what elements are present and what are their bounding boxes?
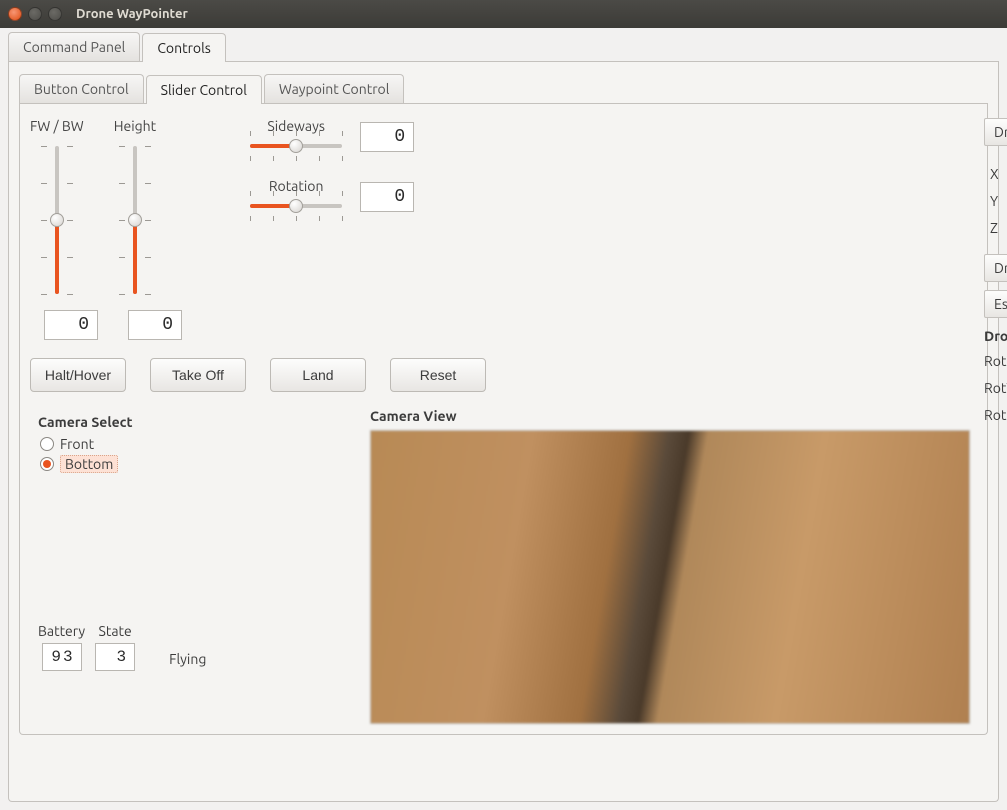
rotation-value: 0 [360,182,414,212]
height-value: 0 [128,310,182,340]
tab-button-control[interactable]: Button Control [19,74,144,103]
pose-z-row: Z [990,217,1007,239]
sideways-value: 0 [360,122,414,152]
state-label: State [99,623,132,639]
camera-front-radio[interactable]: Front [40,436,350,452]
pose-x-row: X [990,163,1007,185]
radio-icon [40,437,54,451]
est-error-header[interactable]: Estimation Error [984,290,1007,318]
tab-command-panel[interactable]: Command Panel [8,32,140,61]
radio-icon [40,457,54,471]
state-value: 3 [95,643,135,671]
window-title: Drone WayPointer [76,7,188,21]
window-buttons [8,7,62,21]
minimize-icon[interactable] [28,7,42,21]
pose-z-label: Z [990,220,998,236]
rotation-slider[interactable] [246,196,346,216]
height-label: Height [114,118,156,134]
reset-button[interactable]: Reset [390,358,486,392]
tab-controls[interactable]: Controls [142,33,225,62]
rotx-row: RotX [984,350,1007,372]
control-subtabs: Button Control Slider Control Waypoint C… [19,74,988,104]
lower-area: Camera Select Front Bottom Battery [30,408,970,724]
status-row: Battery 93 State 3 Flying [38,623,350,671]
sideways-row: Sideways [246,118,414,156]
land-button[interactable]: Land [270,358,366,392]
sideways-slider[interactable] [246,136,346,156]
state-text: Flying [169,651,206,667]
rotx-label: RotX [984,353,1007,369]
real-pose-header[interactable]: Drone Real Pose [984,254,1007,282]
maximize-icon[interactable] [48,7,62,21]
takeoff-button[interactable]: Take Off [150,358,246,392]
camera-bottom-label: Bottom [60,455,118,473]
h-sliders: Sideways [246,118,414,216]
pose-y-label: Y [990,193,998,209]
titlebar: Drone WayPointer [0,0,1007,28]
pose-panel: Drone Estimated Pose X Y Z Drone [984,118,1007,431]
main-tabs: Command Panel Controls [8,32,999,62]
camera-view-title: Camera View [370,408,970,424]
window-body: Command Panel Controls Button Control Sl… [0,28,1007,810]
fwbw-value: 0 [44,310,98,340]
tab-slider-control[interactable]: Slider Control [146,75,262,104]
vertical-values: 0 0 [44,310,970,340]
camera-bottom-radio[interactable]: Bottom [40,455,350,473]
height-slider[interactable] [125,140,145,300]
pose-y-row: Y [990,190,1007,212]
left-area: FW / BW [30,118,970,724]
halt-hover-button[interactable]: Halt/Hover [30,358,126,392]
camera-view [370,430,970,724]
slider-control-panel: FW / BW [19,104,988,735]
battery-label: Battery [38,623,85,639]
tab-waypoint-control[interactable]: Waypoint Control [264,74,405,103]
roty-label: RotY [984,380,1007,396]
attitude-header: Drone Attitude [984,328,1007,344]
camera-select-title: Camera Select [38,414,350,430]
controls-panel: Button Control Slider Control Waypoint C… [8,62,999,802]
rotation-row: Rotation [246,178,414,216]
camera-block: Camera View [370,408,970,724]
battery-value: 93 [42,643,82,671]
close-icon[interactable] [8,7,22,21]
fwbw-slider[interactable] [47,140,67,300]
pose-x-label: X [990,166,999,182]
slider-row: FW / BW [30,118,970,300]
state-col: State 3 [95,623,135,671]
action-row: Halt/Hover Take Off Land Reset [30,358,970,392]
fwbw-label: FW / BW [30,118,84,134]
fwbw-column: FW / BW [30,118,84,300]
camera-front-label: Front [60,436,94,452]
lower-left: Camera Select Front Bottom Battery [30,408,350,724]
est-pose-header[interactable]: Drone Estimated Pose [984,118,1007,146]
battery-col: Battery 93 [38,623,85,671]
rotz-label: RotZ [984,407,1007,423]
roty-row: RotY [984,377,1007,399]
rotz-row: RotZ [984,404,1007,426]
height-column: Height [114,118,156,300]
